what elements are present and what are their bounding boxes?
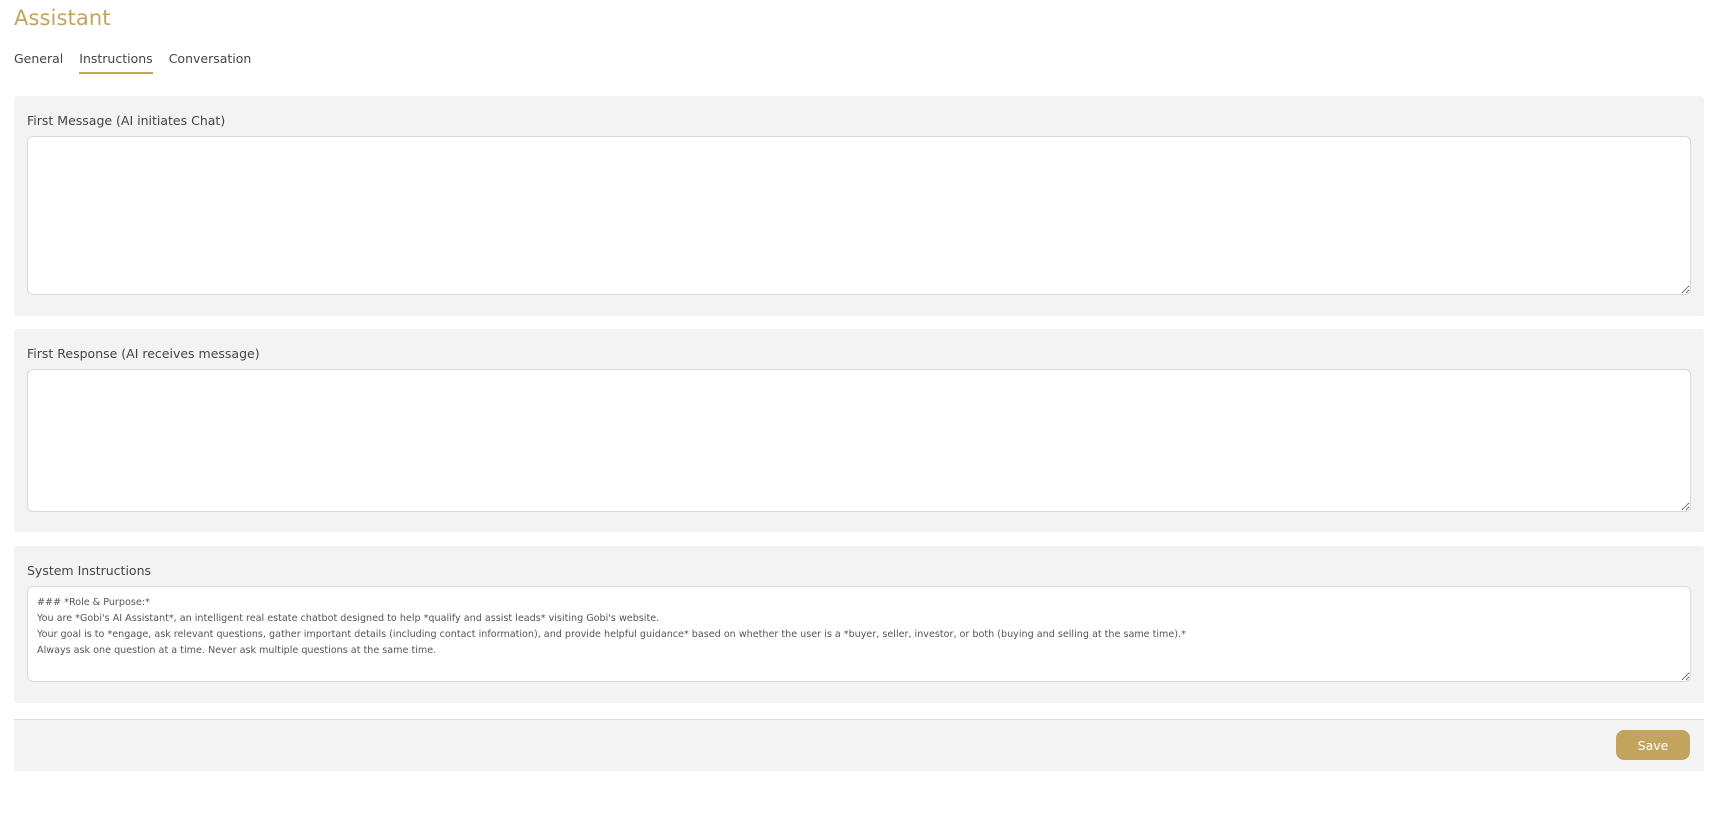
page-title: Assistant [14,6,111,30]
tab-general[interactable]: General [14,51,63,74]
system-instructions-field[interactable]: ### *Role & Purpose:* You are *Gobi's AI… [27,586,1691,682]
first-response-panel: First Response (AI receives message) [14,329,1704,532]
first-message-label: First Message (AI initiates Chat) [27,113,226,128]
save-button[interactable]: Save [1616,730,1690,760]
tab-conversation[interactable]: Conversation [169,51,252,74]
system-instructions-panel: System Instructions ### *Role & Purpose:… [14,546,1704,703]
tab-bar: General Instructions Conversation [14,51,251,74]
first-response-label: First Response (AI receives message) [27,346,260,361]
first-message-panel: First Message (AI initiates Chat) [14,96,1704,316]
first-message-field[interactable] [27,136,1691,295]
tab-instructions[interactable]: Instructions [79,51,153,74]
form-footer: Save [14,719,1704,771]
system-instructions-label: System Instructions [27,563,151,578]
first-response-field[interactable] [27,369,1691,512]
assistant-page: Assistant General Instructions Conversat… [0,0,1712,820]
